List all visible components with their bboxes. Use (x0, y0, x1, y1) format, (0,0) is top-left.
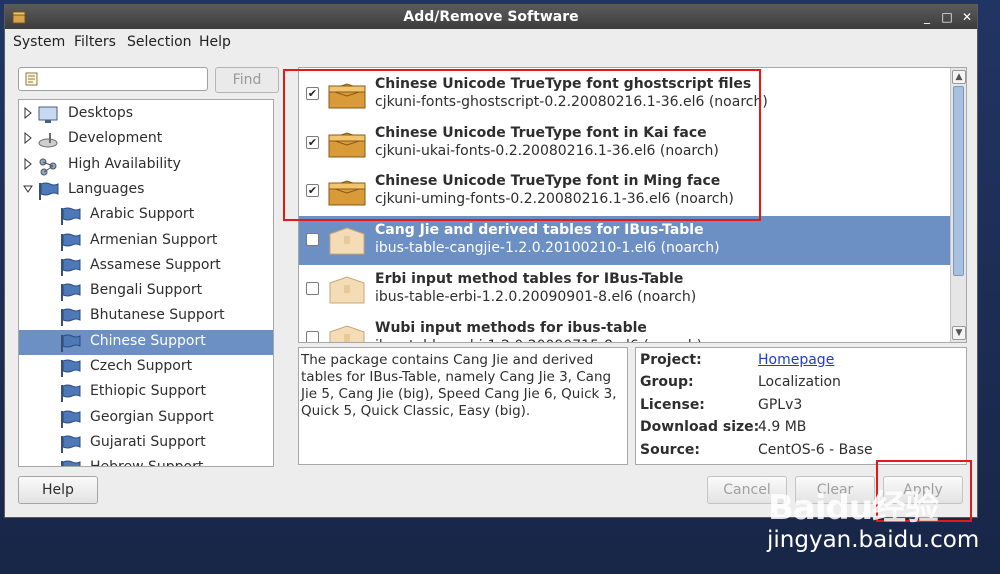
group-item-label: Languages (68, 180, 145, 197)
group-item-label: Bhutanese Support (90, 307, 225, 324)
edit-clear-icon (25, 72, 38, 86)
title-bar: Add/Remove Software _ □ ✕ (5, 5, 977, 29)
package-row[interactable]: Wubi input methods for ibus-table ibus-ta… (299, 314, 950, 343)
group-item-label: Arabic Support (90, 206, 195, 223)
menu-selection[interactable]: Selection (127, 34, 192, 50)
group-item-label: High Availability (68, 155, 181, 172)
group-item-label: Development (68, 130, 163, 147)
watermark-logo: Baidu经验 (768, 488, 939, 528)
flag-icon (61, 283, 81, 302)
group-item[interactable]: Gujarati Support (19, 431, 273, 456)
detail-key: Group: (640, 374, 694, 391)
scroll-down-icon[interactable]: ▼ (952, 326, 966, 340)
group-item[interactable]: Chinese Support (19, 329, 273, 355)
package-name: Cang Jie and derived tables for IBus-Tab… (375, 222, 704, 239)
group-item-label: Gujarati Support (90, 433, 206, 450)
flag-icon (39, 182, 59, 200)
find-button[interactable]: Find (215, 67, 279, 93)
annotation-highlight-packages (283, 69, 761, 221)
group-item[interactable]: Czech Support (19, 355, 273, 380)
group-item-label: Ethiopic Support (90, 383, 206, 400)
package-version: ibus-table-erbi-1.2.0.20090901-8.el6 (no… (375, 288, 697, 305)
group-item[interactable]: Languages (19, 178, 273, 203)
package-details: Project: Homepage Group: Localization Licens… (635, 347, 967, 465)
package-version: ibus-table-wubi-1.2.0.20090715-8.el6 (no… (375, 338, 702, 343)
package-available-icon (329, 324, 365, 342)
scroll-up-icon[interactable]: ▲ (952, 70, 966, 84)
package-checkbox[interactable] (306, 281, 319, 295)
package-description: The package contains Cang Jie and derive… (298, 347, 628, 465)
flag-icon (61, 334, 81, 352)
flag-icon (61, 359, 81, 377)
package-name: Wubi input methods for ibus-table (375, 319, 647, 336)
menu-bar: System Filters Selection Help (5, 29, 977, 55)
search-input[interactable] (18, 67, 208, 91)
package-list-scrollbar[interactable]: ▲ ▼ (950, 68, 966, 342)
group-item-label: Czech Support (90, 358, 193, 374)
group-item[interactable]: Desktops (19, 102, 273, 127)
group-item[interactable]: Development (19, 127, 273, 152)
detail-key: Source: (640, 441, 700, 458)
group-item[interactable]: High Availability (19, 153, 273, 178)
package-name: Erbi input method tables for IBus-Table (375, 270, 684, 287)
detail-value: CentOS-6 - Base (758, 441, 873, 458)
expander-expanded-icon[interactable] (23, 183, 33, 195)
group-item-label: Assamese Support (90, 256, 221, 273)
group-item[interactable]: Georgian Support (19, 406, 273, 431)
group-item-label: Desktops (68, 105, 134, 121)
flag-icon (61, 308, 81, 327)
group-tree: Hebrew Support Gujarati Support Georgian S… (18, 99, 274, 467)
close-icon[interactable]: ✕ (959, 9, 975, 25)
package-row[interactable]: Erbi input method tables for IBus-Table i… (299, 265, 950, 314)
package-checkbox[interactable] (306, 233, 319, 247)
flag-icon (61, 233, 81, 251)
detail-key: License: (640, 396, 705, 413)
network-icon (39, 158, 57, 176)
menu-help[interactable]: Help (199, 34, 231, 50)
detail-key: Project: (640, 352, 702, 368)
flag-icon (61, 460, 81, 466)
detail-value: 4.9 MB (758, 419, 807, 436)
window-title: Add/Remove Software (403, 9, 579, 25)
group-item[interactable]: Assamese Support (19, 254, 273, 279)
development-icon (38, 133, 58, 148)
group-item-label: Bengali Support (90, 282, 203, 299)
group-item[interactable]: Arabic Support (19, 203, 273, 228)
flag-icon (61, 258, 81, 276)
package-version: ibus-table-cangjie-1.2.0.20100210-1.el6 … (375, 240, 720, 257)
package-row[interactable]: Cang Jie and derived tables for IBus-Tab… (299, 216, 950, 266)
flag-icon (61, 207, 81, 226)
group-item[interactable]: Armenian Support (19, 229, 273, 254)
detail-value: GPLv3 (758, 396, 803, 413)
package-available-icon (329, 227, 365, 255)
group-item-label: Georgian Support (90, 408, 214, 425)
flag-icon (61, 435, 81, 453)
package-available-icon (329, 276, 365, 304)
expander-collapsed-icon[interactable] (23, 132, 33, 145)
menu-system[interactable]: System (13, 34, 65, 50)
group-item[interactable]: Hebrew Support (19, 456, 273, 466)
expander-collapsed-icon[interactable] (23, 157, 33, 170)
menu-filters[interactable]: Filters (74, 34, 116, 50)
desktop-icon (38, 106, 58, 123)
watermark-url: jingyan.baidu.com (767, 527, 980, 553)
expander-collapsed-icon[interactable] (23, 107, 33, 119)
scroll-thumb[interactable] (953, 86, 964, 276)
maximize-icon[interactable]: □ (939, 9, 955, 25)
minimize-icon[interactable]: _ (919, 9, 935, 25)
group-item[interactable]: Bhutanese Support (19, 304, 273, 329)
help-button[interactable]: Help (18, 476, 98, 504)
flag-icon (61, 384, 81, 403)
package-checkbox[interactable] (306, 330, 319, 342)
detail-value: Localization (758, 374, 841, 391)
group-item-label: Hebrew Support (90, 459, 203, 466)
add-remove-software-window: Add/Remove Software _ □ ✕ System Filters… (4, 4, 978, 522)
homepage-link[interactable]: Homepage (758, 352, 834, 368)
group-item[interactable]: Ethiopic Support (19, 380, 273, 405)
group-item-label: Armenian Support (90, 231, 218, 248)
group-item[interactable]: Bengali Support (19, 279, 273, 304)
group-item-label: Chinese Support (90, 332, 206, 349)
flag-icon (61, 410, 81, 428)
detail-key: Download size: (640, 419, 760, 436)
